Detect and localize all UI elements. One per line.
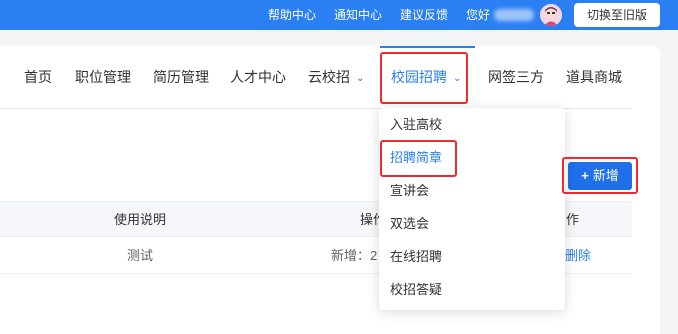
delete-link[interactable]: 删除 bbox=[565, 248, 591, 264]
highlight-box-add-button bbox=[562, 157, 638, 194]
nav-item-cloud-recruit[interactable]: 云校招 ⌄ bbox=[308, 68, 364, 88]
nav-item-label: 道具商城 bbox=[566, 69, 622, 85]
dropdown-item-info-session[interactable]: 宣讲会 bbox=[390, 183, 429, 199]
dropdown-item-partner-schools[interactable]: 入驻高校 bbox=[390, 117, 442, 133]
nav-item-label: 简历管理 bbox=[153, 69, 209, 85]
dropdown-item-campus-qa[interactable]: 校招答疑 bbox=[390, 282, 442, 298]
greeting-text: 您好 bbox=[466, 8, 491, 22]
column-header-usage: 使用说明 bbox=[114, 212, 167, 227]
cell-operation: 新增：2 bbox=[331, 248, 378, 263]
help-center-link[interactable]: 帮助中心 bbox=[268, 7, 316, 23]
avatar[interactable] bbox=[540, 4, 562, 26]
campus-recruit-dropdown: 入驻高校 招聘简章 宣讲会 双选会 在线招聘 校招答疑 bbox=[379, 108, 565, 310]
column-header-action: 作 bbox=[566, 212, 580, 227]
dropdown-item-online-recruit[interactable]: 在线招聘 bbox=[390, 249, 442, 265]
top-bar: 帮助中心 通知中心 建议反馈 您好 切换至旧版 bbox=[0, 0, 678, 30]
nav-item-label: 职位管理 bbox=[75, 69, 131, 85]
nav-item-job-management[interactable]: 职位管理 bbox=[75, 68, 131, 86]
nav-item-home[interactable]: 首页 bbox=[24, 68, 52, 86]
feedback-link[interactable]: 建议反馈 bbox=[400, 7, 448, 23]
nav-item-prop-mall[interactable]: 道具商城 bbox=[566, 68, 622, 86]
dropdown-item-job-fair[interactable]: 双选会 bbox=[390, 216, 429, 232]
nav-active-underline bbox=[380, 46, 475, 48]
highlight-box-recruit-brochure bbox=[380, 140, 457, 177]
notice-center-link[interactable]: 通知中心 bbox=[334, 7, 382, 23]
nav-item-label: 首页 bbox=[24, 69, 52, 85]
nav-item-talent-center[interactable]: 人才中心 bbox=[230, 68, 286, 86]
nav-item-resume-management[interactable]: 简历管理 bbox=[153, 68, 209, 86]
chevron-down-icon: ⌄ bbox=[356, 73, 365, 84]
main-nav: 首页 职位管理 简历管理 人才中心 云校招 ⌄ 校园招聘 ⌄ 网签三方 道具商城 bbox=[0, 46, 660, 108]
switch-old-version-button[interactable]: 切换至旧版 bbox=[574, 3, 660, 27]
highlight-box-campus-recruit bbox=[380, 52, 468, 104]
nav-item-online-contract[interactable]: 网签三方 bbox=[488, 68, 544, 86]
cell-usage: 测试 bbox=[127, 248, 154, 263]
nav-item-label: 云校招 bbox=[308, 69, 350, 85]
nav-item-label: 人才中心 bbox=[230, 69, 286, 85]
username-blurred bbox=[494, 9, 534, 21]
nav-item-label: 网签三方 bbox=[488, 69, 544, 85]
